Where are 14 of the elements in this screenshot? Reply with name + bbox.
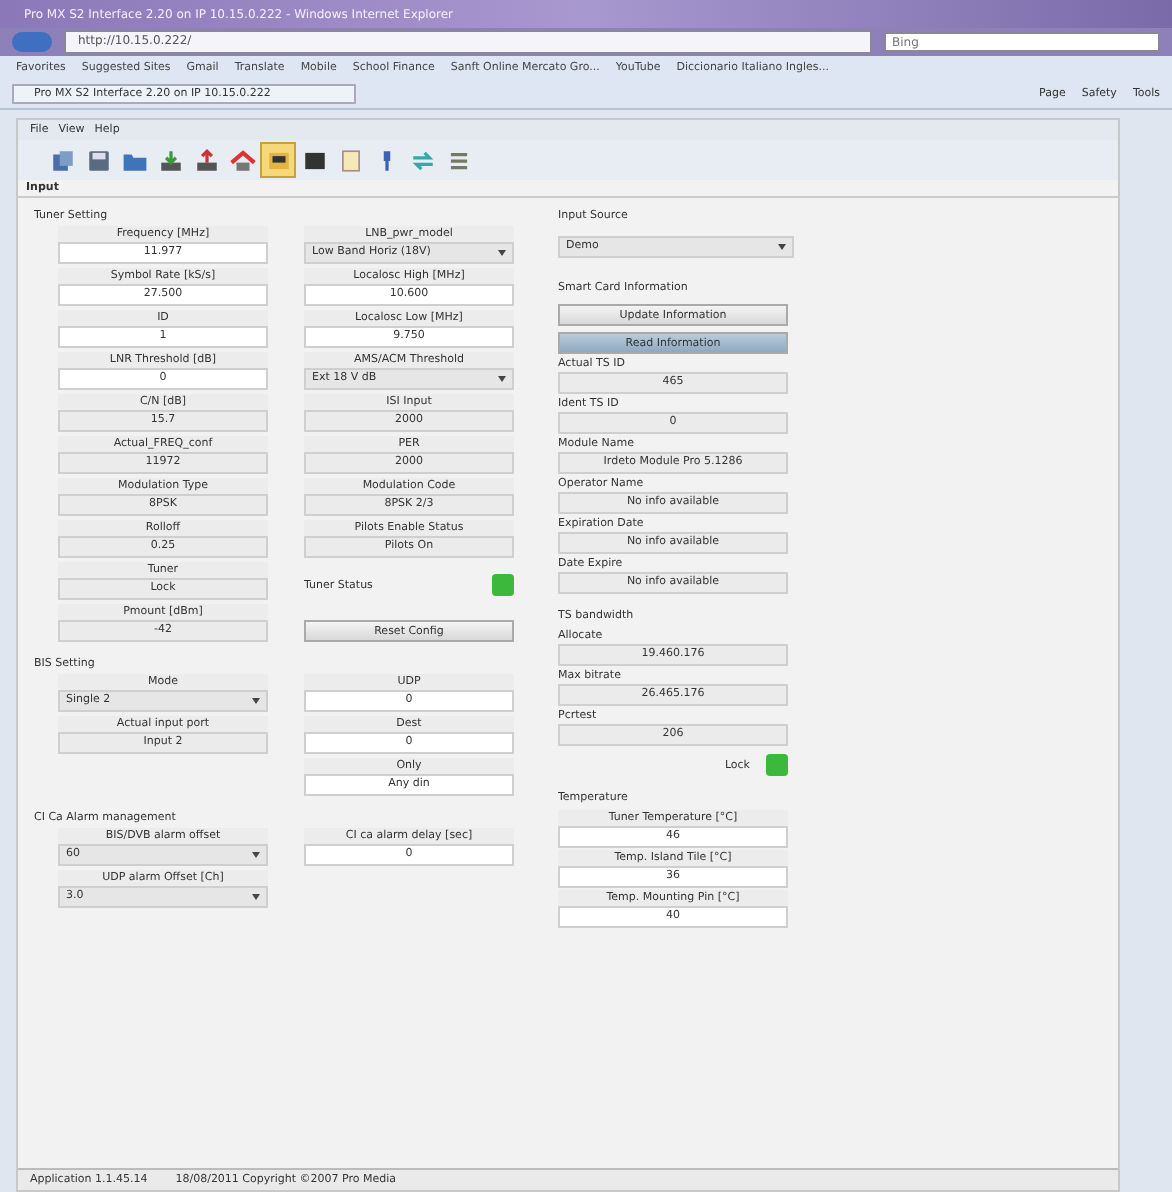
tray-down-icon[interactable] [157,147,183,173]
house-icon[interactable] [229,147,255,173]
caret-icon [498,376,506,382]
panel-icon[interactable] [265,147,291,173]
caret-icon [778,244,786,250]
caret-icon [498,250,506,256]
caret-icon [252,852,260,858]
pages-icon[interactable] [49,147,75,173]
list-icon[interactable] [445,147,471,173]
caret-icon [252,894,260,900]
arrows-icon[interactable] [409,147,435,173]
caret-icon [252,698,260,704]
note-icon[interactable] [337,147,363,173]
tray-up-icon[interactable] [193,147,219,173]
